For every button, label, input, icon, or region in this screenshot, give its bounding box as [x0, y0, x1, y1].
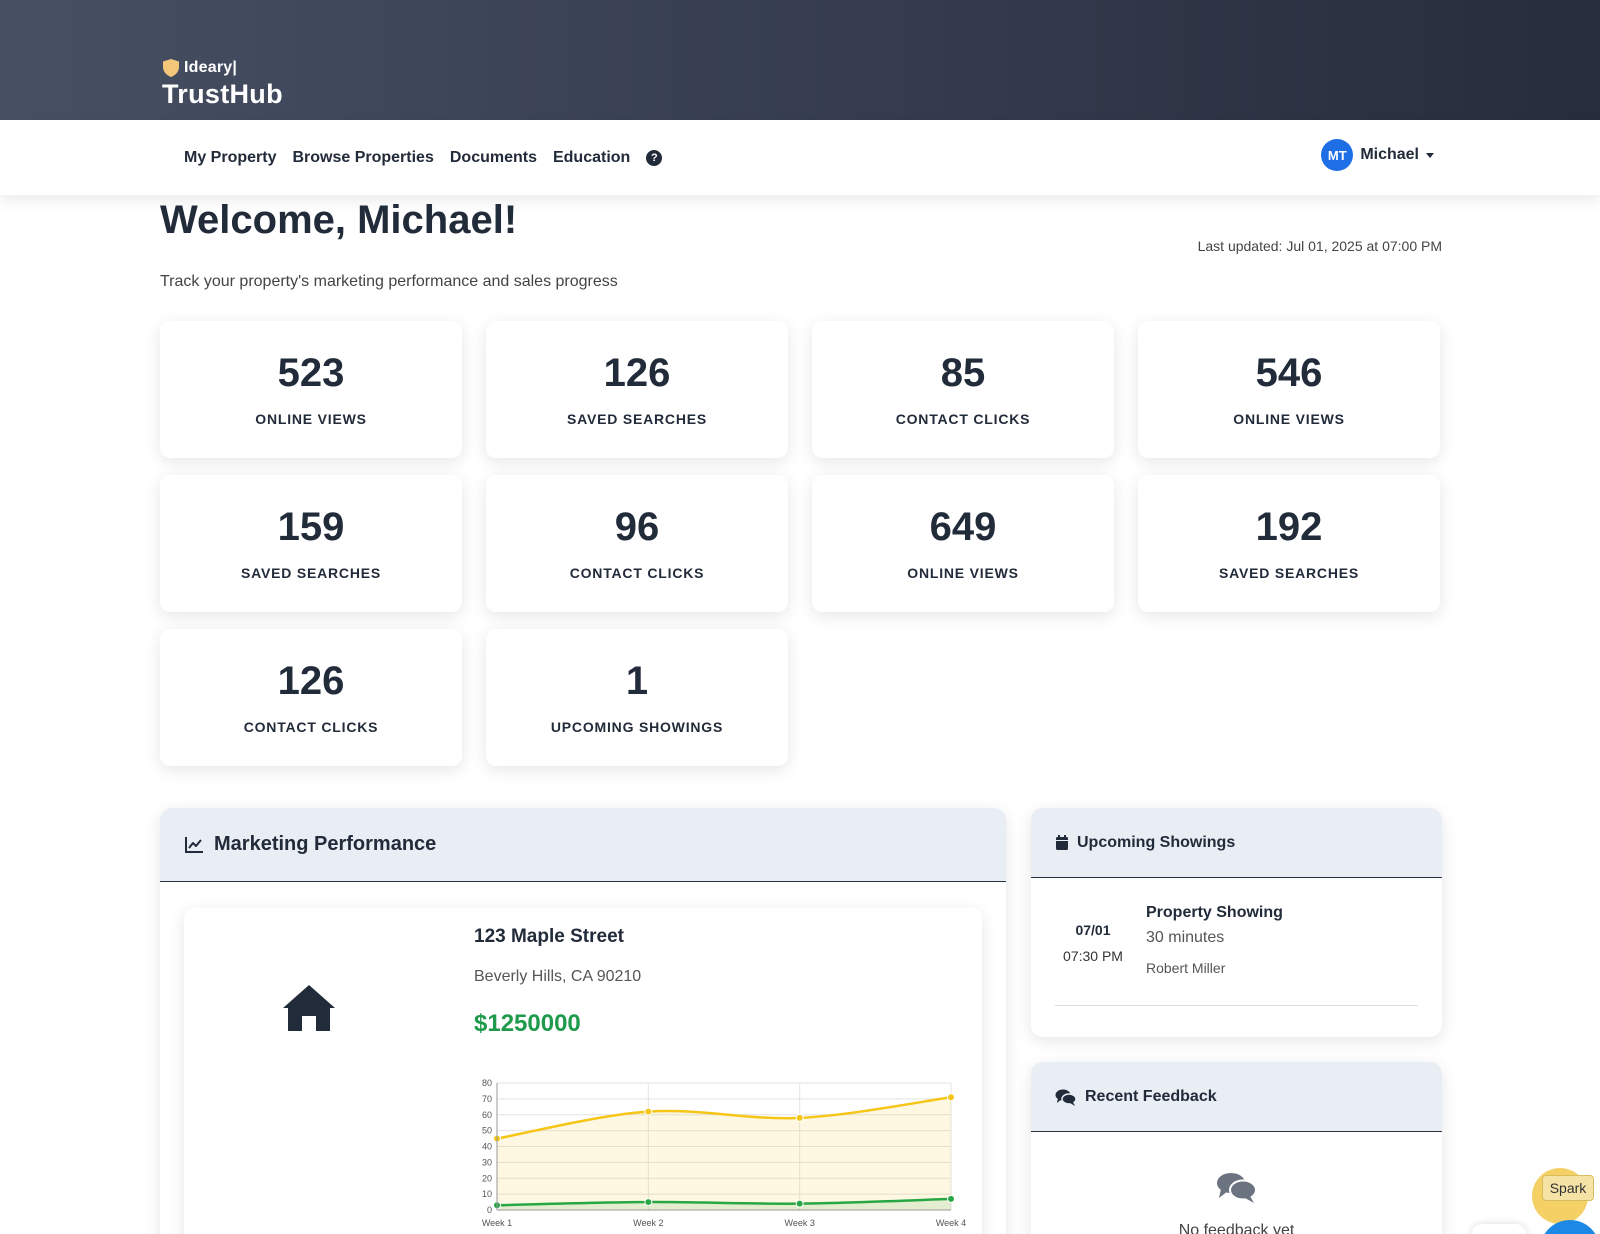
chart-y-tick-label: 0 — [487, 1205, 492, 1215]
recent-feedback-title: Recent Feedback — [1085, 1087, 1217, 1105]
stat-label: SAVED SEARCHES — [1218, 564, 1360, 581]
calendar-icon — [1056, 834, 1068, 850]
brand-small: Ideary| — [184, 59, 238, 76]
stat-card: 546 ONLINE VIEWS — [1138, 321, 1440, 458]
showing-time: 07:30 PM — [1063, 948, 1123, 964]
brand-logo[interactable]: Ideary| TrustHub — [162, 58, 283, 110]
chart-point — [947, 1194, 955, 1203]
chart-y-tick-label: 50 — [482, 1126, 492, 1136]
upcoming-showings-header: Upcoming Showings — [1031, 808, 1442, 878]
marketing-line-chart: 0 10 20 30 40 50 60 70 80 Week 1 Week 2 Week 3 Week … — [482, 1078, 966, 1228]
help-icon[interactable]: ? — [646, 149, 663, 166]
stat-label: CONTACT CLICKS — [895, 410, 1031, 427]
chart-y-tick-label: 70 — [482, 1094, 492, 1104]
nav-browse-properties[interactable]: Browse Properties — [292, 149, 433, 167]
marketing-performance-title: Marketing Performance — [214, 833, 437, 855]
stat-value: 523 — [277, 350, 345, 395]
page-title: Welcome, Michael! — [160, 198, 518, 242]
stat-card: 523 ONLINE VIEWS — [160, 321, 462, 458]
stat-label: ONLINE VIEWS — [1233, 410, 1345, 427]
avatar: MT — [1321, 139, 1354, 171]
page-subtitle: Track your property's marketing performa… — [160, 273, 618, 290]
stat-label: CONTACT CLICKS — [569, 564, 705, 581]
nav-education[interactable]: Education — [553, 149, 630, 167]
chart-point — [947, 1093, 955, 1102]
stat-card: 192 SAVED SEARCHES — [1138, 475, 1440, 612]
stat-label: SAVED SEARCHES — [240, 564, 382, 581]
stat-card: 1 UPCOMING SHOWINGS — [486, 629, 788, 766]
stat-value: 126 — [603, 350, 671, 395]
comments-icon — [1055, 1089, 1077, 1106]
showing-date: 07/01 — [1075, 922, 1111, 938]
stat-card: 159 SAVED SEARCHES — [160, 475, 462, 612]
chart-point — [644, 1198, 653, 1207]
last-updated: Last updated: Jul 01, 2025 at 07:00 PM — [1197, 238, 1442, 254]
stat-value: 159 — [277, 504, 345, 549]
chart-y-tick-label: 40 — [482, 1142, 492, 1152]
stat-card: 649 ONLINE VIEWS — [812, 475, 1114, 612]
property-card: 123 Maple Street Beverly Hills, CA 90210… — [184, 908, 982, 1234]
stats-grid: 523 ONLINE VIEWS 126 SAVED SEARCHES 85 CONT… — [160, 321, 1442, 766]
brand-name: TrustHub — [162, 79, 283, 109]
property-price: $1250000 — [474, 1010, 581, 1037]
showing-title: Property Showing — [1146, 904, 1283, 921]
stat-label: UPCOMING SHOWINGS — [550, 718, 724, 735]
feedback-empty-text: No feedback yet — [1178, 1222, 1295, 1234]
stat-value: 546 — [1255, 350, 1323, 395]
marketing-performance-panel: Marketing Performance 123 Maple Street B… — [160, 808, 1006, 1234]
upcoming-showings-title: Upcoming Showings — [1077, 833, 1236, 851]
user-menu[interactable]: MT Michael — [1321, 139, 1434, 171]
line-chart-icon — [185, 836, 203, 853]
caret-down-icon — [1426, 152, 1434, 158]
chart-point — [644, 1107, 653, 1116]
stat-label: ONLINE VIEWS — [907, 564, 1019, 581]
stat-label: SAVED SEARCHES — [566, 410, 708, 427]
stat-card: 126 CONTACT CLICKS — [160, 629, 462, 766]
stat-value: 96 — [614, 504, 660, 549]
chart-point — [795, 1113, 804, 1122]
showing-item[interactable]: 07/01 07:30 PM Property Showing 30 minut… — [1055, 904, 1418, 1006]
home-icon — [283, 985, 335, 1031]
floating-widget[interactable] — [1472, 1224, 1526, 1234]
nav-documents[interactable]: Documents — [450, 149, 537, 167]
stat-value: 85 — [940, 350, 986, 395]
stat-value: 1 — [625, 658, 649, 703]
nav-my-property[interactable]: My Property — [184, 149, 276, 167]
chart-x-tick-label: Week 1 — [482, 1218, 512, 1228]
property-city: Beverly Hills, CA 90210 — [474, 968, 642, 985]
stat-label: ONLINE VIEWS — [255, 410, 367, 427]
showing-duration: 30 minutes — [1146, 929, 1225, 946]
chart-x-tick-label: Week 3 — [784, 1218, 814, 1228]
comments-empty-icon — [1217, 1173, 1257, 1203]
recent-feedback-panel: Recent Feedback No feedback yet — [1031, 1062, 1442, 1234]
chart-point — [795, 1199, 804, 1208]
chart-x-tick-label: Week 2 — [633, 1218, 663, 1228]
showing-agent: Robert Miller — [1146, 960, 1226, 976]
chart-y-tick-label: 80 — [482, 1078, 492, 1088]
stat-card: 126 SAVED SEARCHES — [486, 321, 788, 458]
spark-button[interactable]: Spark — [1542, 1175, 1594, 1201]
chart-y-tick-label: 30 — [482, 1157, 492, 1167]
stat-card: 85 CONTACT CLICKS — [812, 321, 1114, 458]
property-street: 123 Maple Street — [474, 926, 624, 947]
main-nav: My Property Browse Properties Documents … — [0, 120, 1600, 195]
user-name: Michael — [1360, 146, 1419, 163]
marketing-performance-header: Marketing Performance — [160, 808, 1006, 882]
recent-feedback-header: Recent Feedback — [1031, 1062, 1442, 1132]
chart-y-tick-label: 20 — [482, 1173, 492, 1183]
chart-y-tick-label: 10 — [482, 1189, 492, 1199]
shield-icon — [163, 59, 179, 77]
stat-value: 192 — [1255, 504, 1323, 549]
stat-value: 126 — [277, 658, 345, 703]
top-banner: Ideary| TrustHub — [0, 0, 1600, 120]
chart-x-tick-label: Week 4 — [936, 1218, 966, 1228]
stat-value: 649 — [929, 504, 997, 549]
stat-card: 96 CONTACT CLICKS — [486, 475, 788, 612]
upcoming-showings-panel: Upcoming Showings 07/01 07:30 PM Propert… — [1031, 808, 1442, 1037]
chart-y-tick-label: 60 — [482, 1110, 492, 1120]
stat-label: CONTACT CLICKS — [243, 718, 379, 735]
